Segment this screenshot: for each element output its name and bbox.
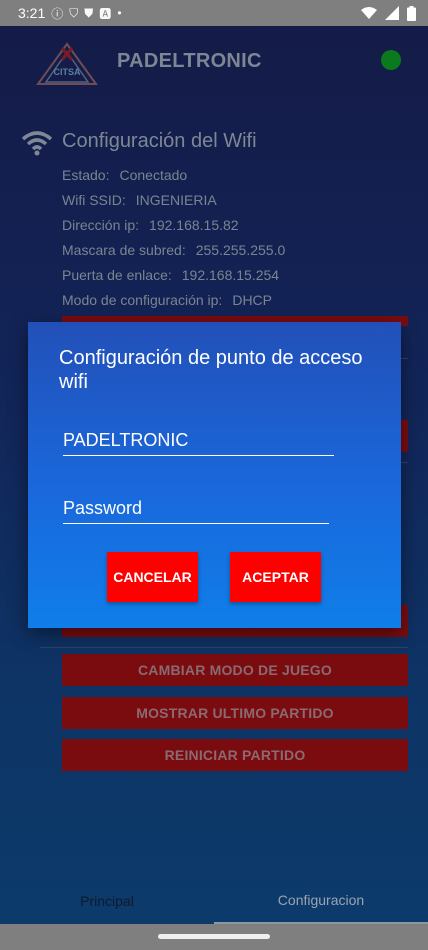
info-row-ip-mode: Modo de configuración ip: DHCP xyxy=(62,292,272,308)
info-label: Modo de configuración ip: xyxy=(62,292,223,308)
app-header: CITSA PADELTRONIC xyxy=(0,26,428,96)
info-label: Puerta de enlace: xyxy=(62,267,172,283)
wifi-icon xyxy=(361,6,377,19)
battery-icon xyxy=(407,5,416,21)
logo-text: CITSA xyxy=(54,67,82,77)
info-value: DHCP xyxy=(232,292,272,308)
info-label: Dirección ip: xyxy=(62,217,140,233)
info-row-ip: Dirección ip: 192.168.15.82 xyxy=(62,217,239,233)
info-row-ssid: Wifi SSID: INGENIERIA xyxy=(62,192,217,208)
info-value: Conectado xyxy=(119,167,188,183)
info-row-status: Estado: Conectado xyxy=(62,167,187,183)
ssid-input[interactable] xyxy=(63,430,334,456)
dot-icon: • xyxy=(117,6,122,20)
wifi-section-title: Configuración del Wifi xyxy=(62,130,257,152)
info-icon: ⓘ xyxy=(51,6,64,21)
nav-tab-configuracion[interactable]: Configuracion xyxy=(214,878,428,924)
a-box-icon: 🅰 xyxy=(99,6,112,21)
info-value: INGENIERIA xyxy=(135,192,217,208)
info-label: Estado: xyxy=(62,167,110,183)
status-time: 3:21 xyxy=(18,5,46,21)
cancel-button[interactable]: CANCELAR xyxy=(107,552,198,602)
info-value: 255.255.255.0 xyxy=(195,242,286,258)
accept-button[interactable]: ACEPTAR xyxy=(230,552,321,602)
restart-match-button[interactable]: REINICIAR PARTIDO xyxy=(62,739,408,771)
change-game-mode-button[interactable]: CAMBIAR MODO DE JUEGO xyxy=(62,654,408,686)
divider xyxy=(40,647,408,648)
app-title: PADELTRONIC xyxy=(117,50,262,72)
info-row-subnet: Mascara de subred: 255.255.255.0 xyxy=(62,242,285,258)
cellular-signal-icon xyxy=(385,6,399,20)
gesture-bar xyxy=(0,924,428,950)
home-gesture-handle[interactable] xyxy=(158,934,270,939)
password-input[interactable] xyxy=(63,498,329,524)
shield-filled-icon: ⛊ xyxy=(84,5,94,20)
dialog-title: Configuración de punto de acceso wifi xyxy=(59,347,363,393)
info-label: Wifi SSID: xyxy=(62,192,126,208)
nav-tab-principal[interactable]: Principal xyxy=(0,878,214,924)
access-point-dialog: Configuración de punto de acceso wifi CA… xyxy=(28,322,401,628)
shield-icon: ⛉ xyxy=(69,5,79,20)
info-row-gateway: Puerta de enlace: 192.168.15.254 xyxy=(62,267,279,283)
info-label: Mascara de subred: xyxy=(62,242,186,258)
show-last-match-button[interactable]: MOSTRAR ULTIMO PARTIDO xyxy=(62,697,408,729)
status-bar: 3:21 ⓘ ⛉ ⛊ 🅰 • xyxy=(0,0,428,26)
info-value: 192.168.15.82 xyxy=(149,217,239,233)
bottom-nav: Principal Configuracion xyxy=(0,878,428,924)
info-value: 192.168.15.254 xyxy=(181,267,280,283)
connection-status-indicator xyxy=(381,50,401,70)
wifi-icon xyxy=(21,131,53,156)
citsa-logo: CITSA xyxy=(36,42,98,85)
